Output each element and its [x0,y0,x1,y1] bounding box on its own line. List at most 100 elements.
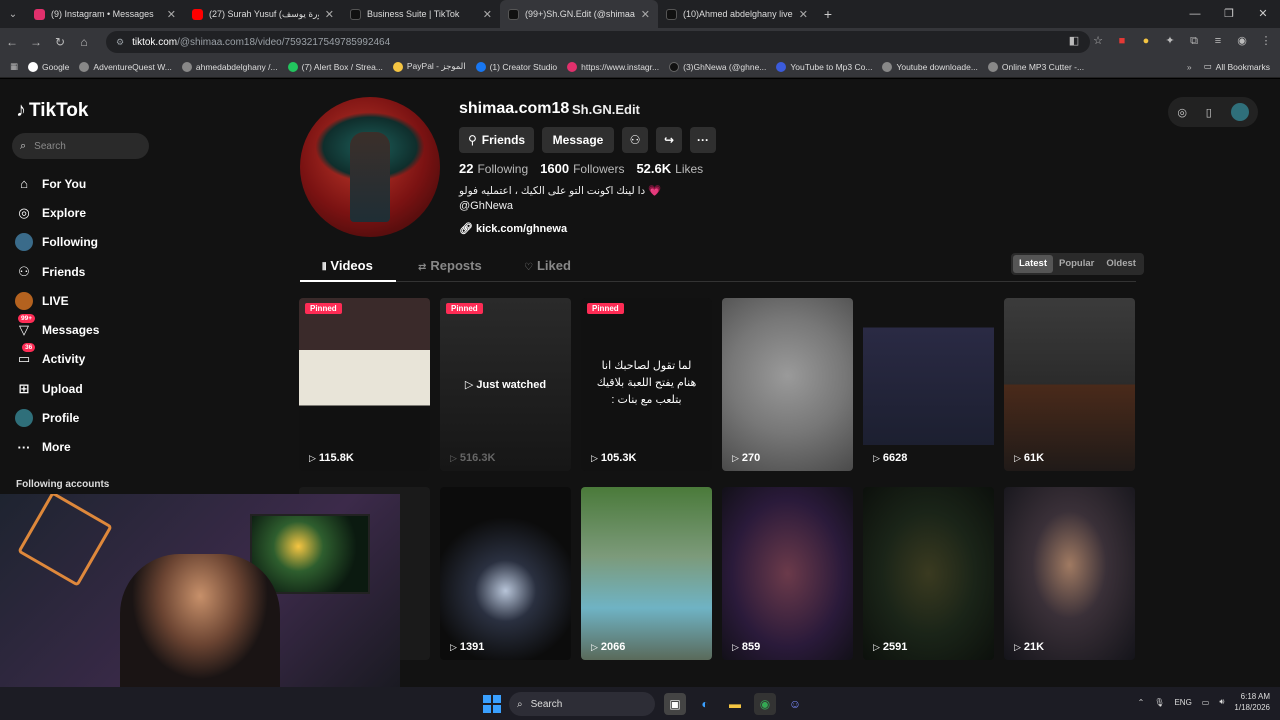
task-view-icon[interactable]: ▣ [664,693,686,715]
sort-latest[interactable]: Latest [1013,255,1053,273]
sidebar-item-activity[interactable]: ▭ 36 Activity [14,343,164,374]
followers-count[interactable]: 1600 Followers [540,161,624,176]
profile-avatar-icon[interactable]: ◉ [1234,32,1250,50]
message-button[interactable]: Message [542,127,614,153]
sidebar-item-upload[interactable]: ⊞ Upload [14,374,164,403]
more-options-button[interactable]: ··· [690,127,716,153]
sort-oldest[interactable]: Oldest [1100,255,1142,273]
close-icon[interactable]: ✕ [483,8,492,21]
video-card[interactable]: ▷ 61K [1004,298,1135,471]
video-card[interactable]: ▷ 6628 [863,298,994,471]
close-icon[interactable]: ✕ [167,8,176,21]
extension-icon[interactable]: ✦ [1162,32,1178,50]
volume-icon[interactable]: 🔊︎ [1219,697,1224,707]
sidebar-item-explore[interactable]: ◎ Explore [14,198,164,227]
sidebar-item-following[interactable]: Following [14,228,164,257]
video-card[interactable]: ▷ 2591 [863,487,994,660]
minimize-button[interactable]: — [1178,0,1212,28]
chevron-up-icon[interactable]: ⌃ [1138,698,1145,707]
video-card[interactable]: Pinned ▷ Just watched ▷ 516.3K [440,298,571,471]
tab-search-icon[interactable]: ⌄ [0,0,26,28]
clock[interactable]: 6:18 AM 1/18/2026 [1234,691,1270,713]
bookmark[interactable]: Youtube downloade... [882,61,978,72]
bookmark[interactable]: (3)GhNewa (@ghne... [669,61,766,72]
sidebar-item-profile[interactable]: Profile [14,403,164,432]
extension-icon[interactable]: ◧ [1066,32,1082,50]
bookmark-star-icon[interactable]: ☆ [1090,32,1106,50]
close-icon[interactable]: ✕ [325,8,334,21]
file-explorer-icon[interactable]: ▬ [724,693,746,715]
browser-tab[interactable]: Business Suite | TikTok ✕ [342,0,500,28]
tiktok-logo[interactable]: ♪ TikTok [16,99,88,122]
share-button[interactable]: ↪ [656,127,682,153]
tab-videos[interactable]: ⦀ Videos [322,258,373,273]
language-indicator[interactable]: ENG [1174,698,1191,707]
maximize-button[interactable]: ❐ [1212,0,1246,28]
video-card[interactable]: ▷ 2066 [581,487,712,660]
browser-tab[interactable]: (10)Ahmed abdelghany live (@... ✕ [658,0,816,28]
bookmark[interactable]: AdventureQuest W... [79,61,172,72]
menu-icon[interactable]: ⋮ [1258,32,1274,50]
profile-avatar[interactable] [300,97,440,237]
new-tab-button[interactable]: + [816,6,840,22]
bookmark[interactable]: ahmedabdelghany /... [181,61,278,72]
video-card[interactable]: ▷ 21K [1004,487,1135,660]
close-icon[interactable]: ✕ [799,8,808,21]
friends-button[interactable]: ⚲ Friends [459,127,534,153]
bookmark[interactable]: https://www.instagr... [567,61,659,72]
bookmark[interactable]: Online MP3 Cutter -... [987,61,1084,72]
close-window-button[interactable]: ✕ [1246,0,1280,28]
back-button[interactable]: ← [0,35,24,49]
url-field[interactable]: ⚙ tiktok.com/@shimaa.com18/video/7593217… [106,31,1090,53]
home-button[interactable]: ⌂ [72,35,96,49]
sidebar-item-messages[interactable]: ▽ 99+ Messages [14,314,164,344]
windows-start-icon[interactable] [483,695,501,713]
edge-icon[interactable]: ◐ [694,693,716,715]
bookmark[interactable]: (7) Alert Box / Strea... [287,61,383,72]
profile-link[interactable]: 🔗︎ kick.com/ghnewa [459,222,567,235]
bookmark[interactable]: (1) Creator Studio [475,61,557,72]
sidebar-item-for-you[interactable]: ⌂ For You [14,169,164,198]
view-count: ▷ 859 [732,641,760,653]
sidebar-item-more[interactable]: ··· More [14,433,164,462]
follow-options-button[interactable]: ⚇ [622,127,648,153]
chrome-icon[interactable]: ◉ [754,693,776,715]
browser-tab[interactable]: (9) Instagram • Messages ✕ [26,0,184,28]
video-card[interactable]: Pinned لما تقول لصاحبك انا هنام يفتح الل… [581,298,712,471]
sidebar-item-friends[interactable]: ⚇ Friends [14,257,164,286]
bookmark[interactable]: Google [28,61,69,72]
site-info-icon[interactable]: ⚙ [116,37,124,48]
all-bookmarks[interactable]: ▭ All Bookmarks [1204,61,1270,72]
network-icon[interactable]: ▭ [1202,698,1210,707]
extension-icon[interactable]: ● [1138,32,1154,50]
coins-icon[interactable]: ◎ [1177,106,1187,119]
video-card[interactable]: ▷ 270 [722,298,853,471]
user-avatar-icon[interactable] [1230,103,1249,121]
following-count[interactable]: 22 Following [459,161,528,176]
bookmark[interactable]: YouTube to Mp3 Co... [776,61,872,72]
sort-popular[interactable]: Popular [1053,255,1100,273]
taskbar-search[interactable]: ⌕ Search [509,692,655,716]
bio-mention[interactable]: @GhNewa [459,199,661,214]
discord-icon[interactable]: ☺ [784,693,806,715]
puzzle-icon[interactable]: ⧉ [1186,32,1202,50]
device-icon[interactable]: ▯ [1206,106,1212,119]
media-icon[interactable]: ≡ [1210,32,1226,50]
tab-reposts[interactable]: ⇄ Reposts [418,258,482,273]
microphone-icon[interactable]: 🎙︎ [1154,698,1164,707]
reload-button[interactable]: ↻ [48,35,72,49]
video-card[interactable]: Pinned ▷ 115.8K [299,298,430,471]
extension-icon[interactable]: ■ [1114,32,1130,50]
video-card[interactable]: ▷ 859 [722,487,853,660]
bookmark[interactable]: PayPal - الموجز [392,61,466,72]
video-card[interactable]: ▷ 1391 [440,487,571,660]
browser-tab[interactable]: (27) Surah Yusuf (سورة يوسف) ✕ [184,0,342,28]
browser-tab-active[interactable]: (99+)Sh.GN.Edit (@shimaa... ✕ [500,0,658,28]
search-input[interactable]: ⌕ Search [12,133,149,159]
apps-icon[interactable]: ▦ [0,61,28,72]
sidebar-item-live[interactable]: LIVE [14,286,164,315]
tab-liked[interactable]: ♡ Liked [524,258,571,273]
bookmarks-overflow-icon[interactable]: » [1187,62,1192,72]
close-icon[interactable]: ✕ [641,8,650,21]
forward-button[interactable]: → [24,35,48,49]
